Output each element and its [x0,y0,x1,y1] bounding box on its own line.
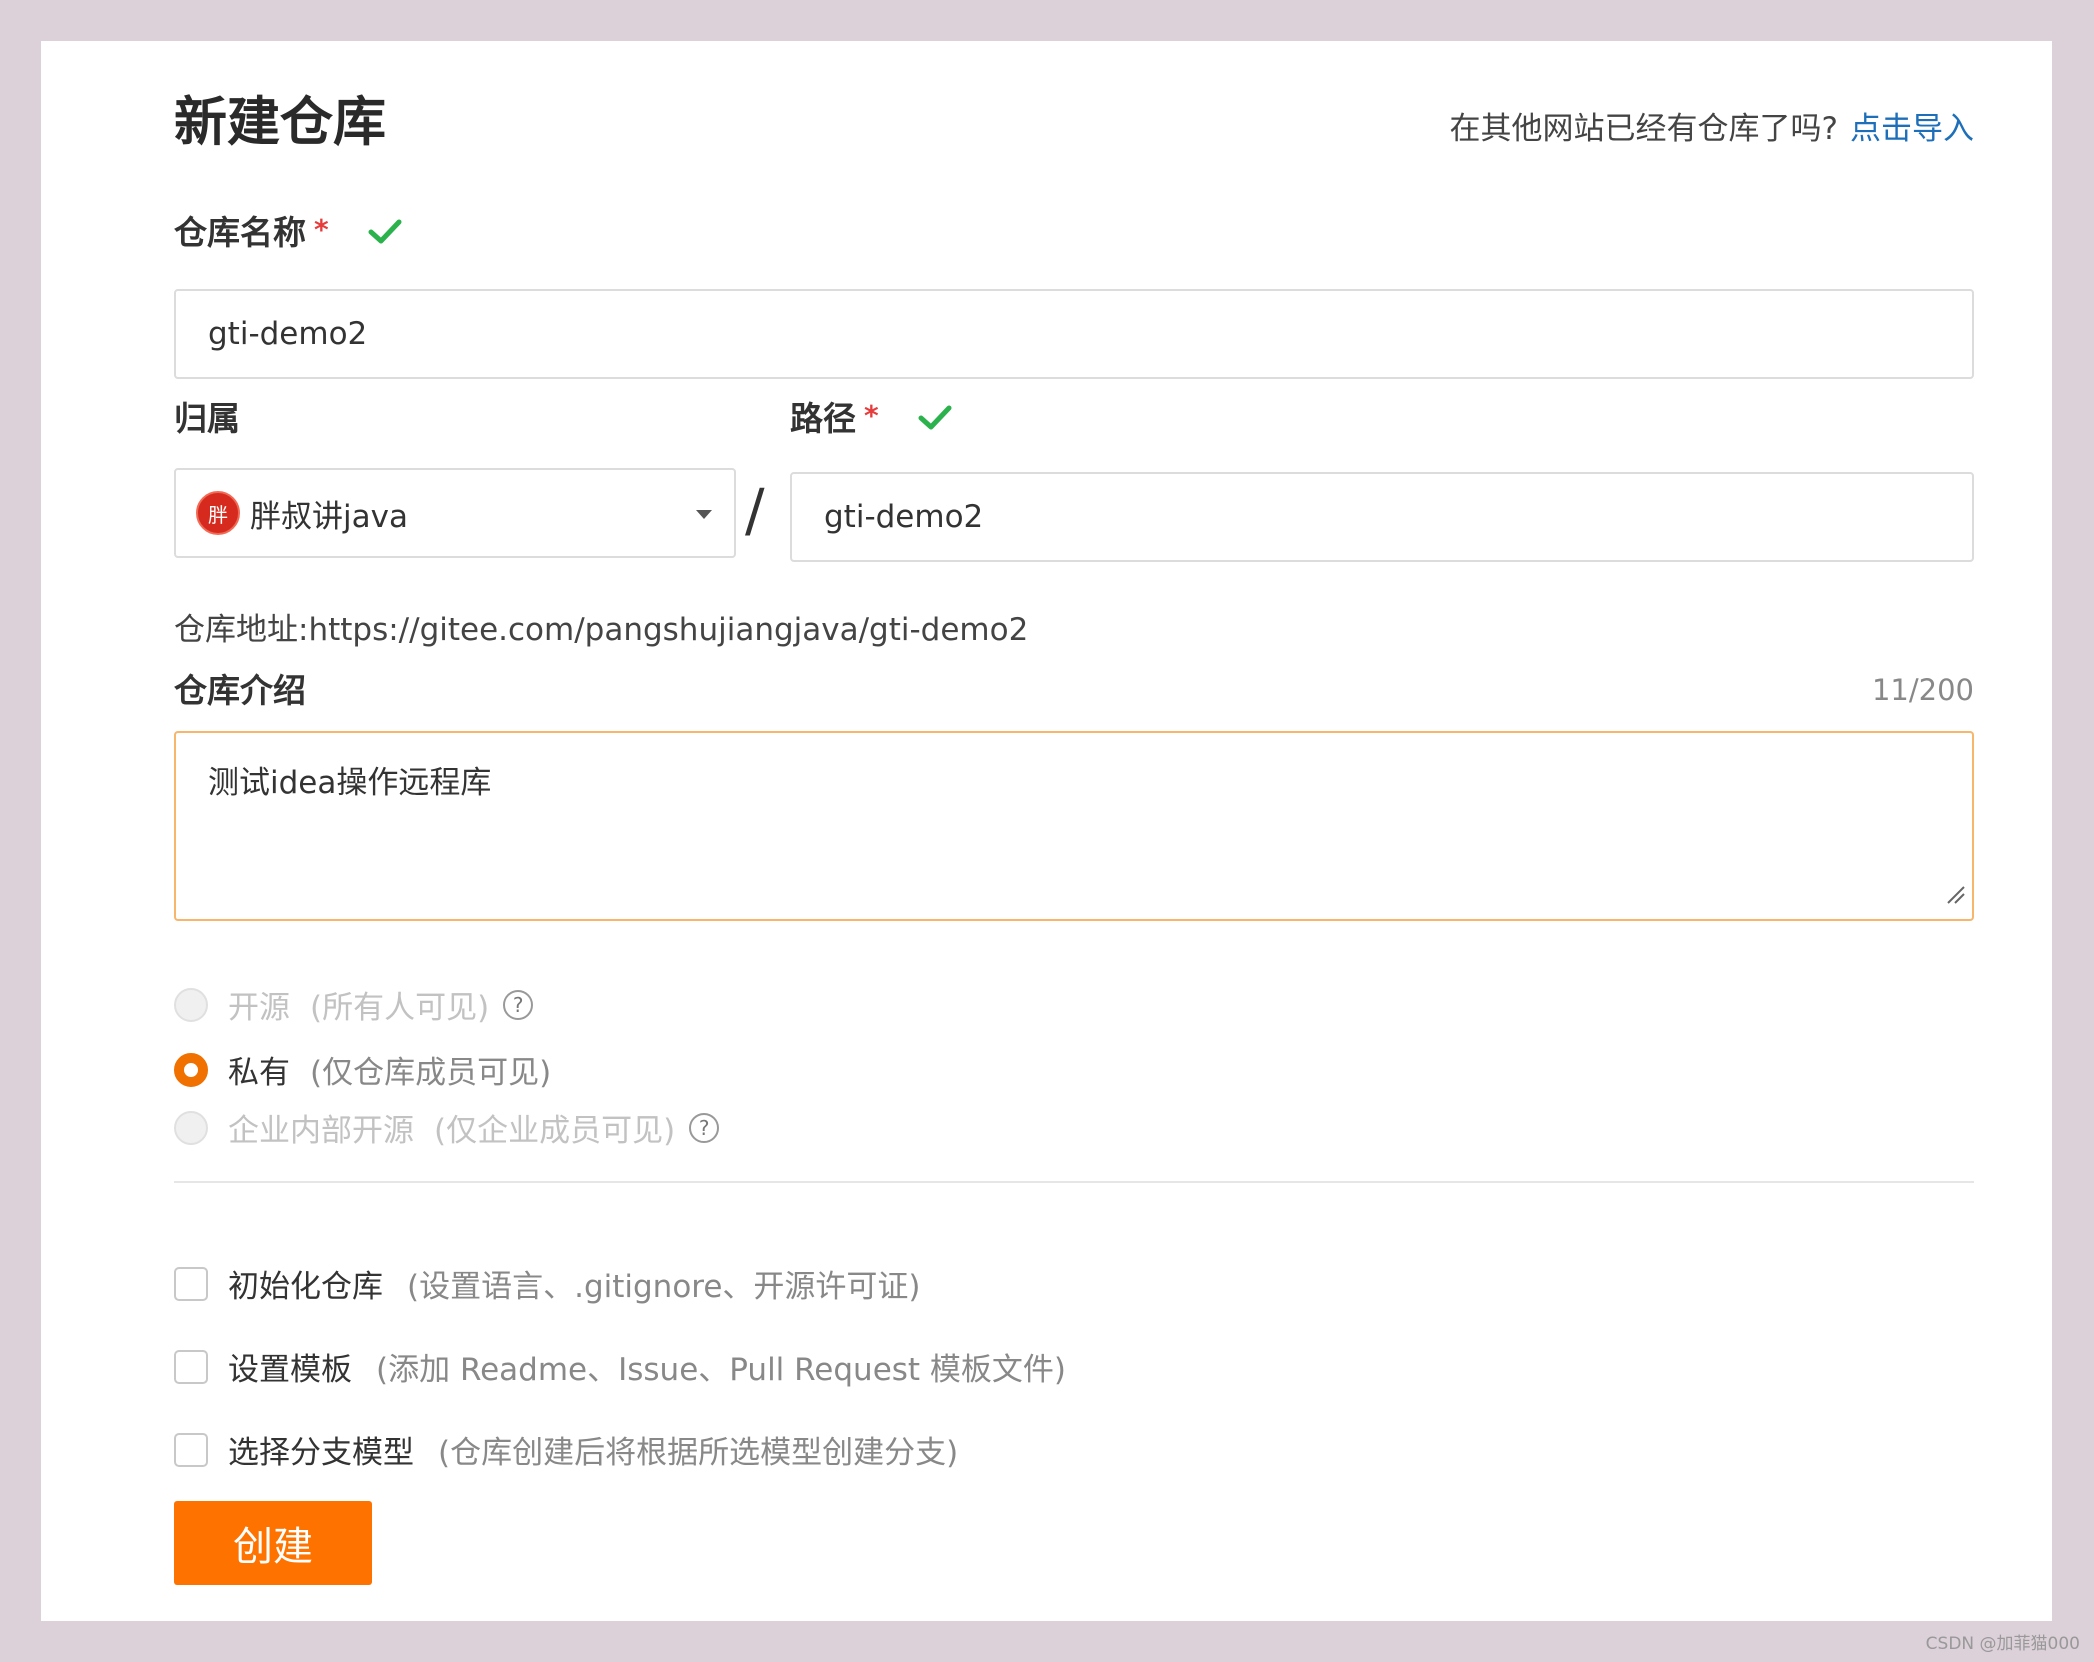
visibility-label: 开源 [228,990,290,1026]
repo-url: 仓库地址:https://gitee.com/pangshujiangjava/… [174,612,1029,648]
option-branch-model[interactable]: 选择分支模型 (仓库创建后将根据所选模型创建分支) [174,1427,958,1472]
create-button[interactable]: 创建 [174,1501,372,1585]
visibility-label: 企业内部开源 [228,1113,414,1149]
path-separator: / [745,476,765,544]
chevron-down-icon [696,510,712,519]
option-set-template[interactable]: 设置模板 (添加 Readme、Issue、Pull Request 模板文件) [174,1344,1066,1389]
repo-name-input[interactable]: gti-demo2 [174,289,1974,379]
visibility-hint: (仅仓库成员可见) [310,1055,552,1091]
option-init-repo[interactable]: 初始化仓库 (设置语言、.gitignore、开源许可证) [174,1261,921,1306]
divider [174,1181,1974,1183]
page-title: 新建仓库 [174,92,386,153]
description-textarea[interactable]: 测试idea操作远程库 [174,731,1974,921]
help-icon[interactable]: ? [503,989,534,1020]
required-mark: * [314,213,329,246]
path-value: gti-demo2 [824,499,984,535]
import-link[interactable]: 点击导入 [1850,111,1974,147]
visibility-hint: (所有人可见) [310,990,490,1026]
radio-button[interactable] [174,1052,208,1087]
repo-name-value: gti-demo2 [208,316,368,352]
option-label: 初始化仓库 [228,1269,383,1305]
checkbox[interactable] [174,1349,208,1384]
import-prompt: 在其他网站已经有仓库了吗? [1449,111,1838,147]
check-icon [368,215,402,255]
visibility-label: 私有 [228,1055,290,1091]
option-hint: (设置语言、.gitignore、开源许可证) [407,1269,921,1305]
visibility-hint: (仅企业成员可见) [434,1113,676,1149]
import-prompt-row: 在其他网站已经有仓库了吗? 点击导入 [1450,103,1974,148]
path-label: 路径 [790,399,856,438]
description-counter: 11/200 [1871,673,1974,707]
checkbox[interactable] [174,1432,208,1467]
checkbox[interactable] [174,1266,208,1301]
watermark: CSDN @加菲猫000 [1925,1634,2080,1654]
path-label-row: 路径 * [790,399,952,440]
resize-handle-icon[interactable] [1944,877,1966,913]
radio-button[interactable] [174,987,208,1022]
help-icon[interactable]: ? [689,1112,720,1143]
description-label: 仓库介绍 [174,671,306,710]
visibility-open-source[interactable]: 开源 (所有人可见) ? [174,982,534,1027]
owner-label: 归属 [174,399,240,438]
radio-button[interactable] [174,1110,208,1145]
owner-select[interactable]: 胖 胖叔讲java [174,468,736,558]
avatar: 胖 [196,491,240,535]
path-input[interactable]: gti-demo2 [790,472,1974,562]
description-value: 测试idea操作远程库 [208,765,492,801]
owner-select-value: 胖叔讲java [250,498,408,535]
check-icon [918,401,952,441]
repo-name-label: 仓库名称 [174,213,306,252]
option-hint: (添加 Readme、Issue、Pull Request 模板文件) [376,1352,1067,1388]
visibility-private[interactable]: 私有 (仅仓库成员可见) [174,1047,551,1092]
option-label: 设置模板 [228,1352,352,1388]
option-label: 选择分支模型 [228,1435,414,1471]
new-repo-card: 新建仓库 在其他网站已经有仓库了吗? 点击导入 仓库名称 * gti-demo2 归… [41,41,2052,1621]
visibility-internal[interactable]: 企业内部开源 (仅企业成员可见) ? [174,1105,720,1150]
required-mark: * [864,399,879,432]
repo-name-label-row: 仓库名称 * [174,213,402,254]
option-hint: (仓库创建后将根据所选模型创建分支) [438,1435,959,1471]
